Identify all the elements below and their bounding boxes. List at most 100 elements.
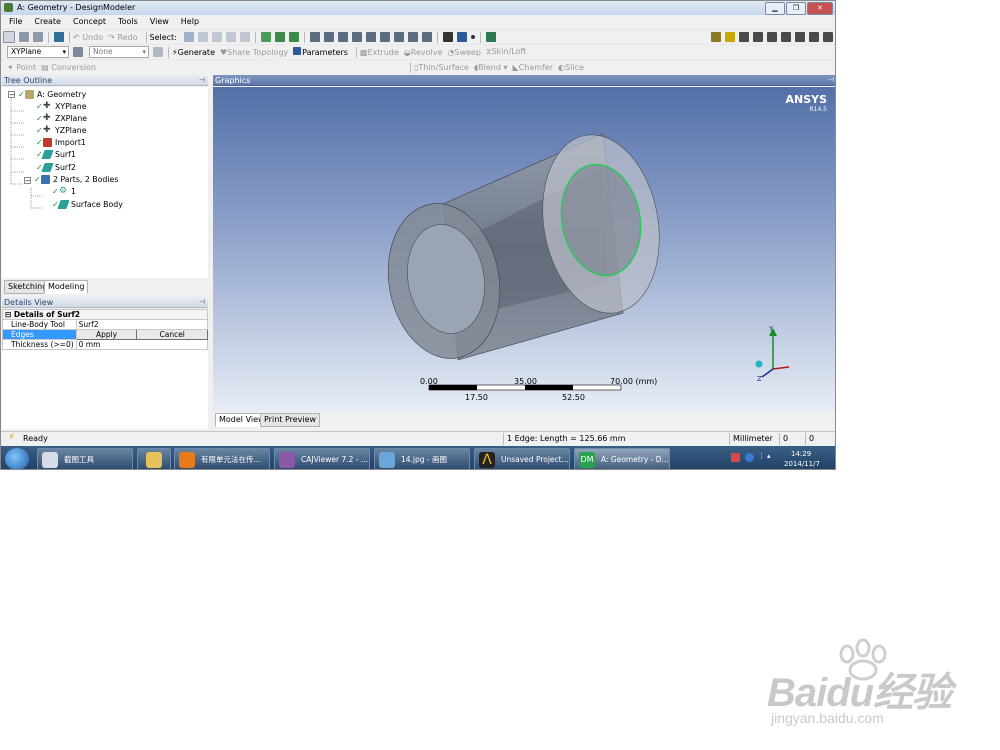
- zoom-fit-icon[interactable]: [288, 32, 299, 42]
- taskbar-item-designmodeler[interactable]: DM A: Geometry - D...: [574, 448, 670, 469]
- zoom-box-icon[interactable]: [351, 32, 362, 42]
- menu-help[interactable]: Help: [173, 15, 203, 29]
- tree-item-import1[interactable]: ✓ Import1: [36, 137, 86, 148]
- open-icon[interactable]: [19, 32, 29, 42]
- tree-item-surf2[interactable]: ✓ Surf2: [36, 162, 76, 173]
- taskbar-item-cajviewer[interactable]: CAJViewer 7.2 - ...: [274, 448, 370, 469]
- tree-item-part-1[interactable]: ✓ ⚙ 1: [52, 186, 76, 197]
- display-body-icon[interactable]: [456, 32, 467, 42]
- details-value[interactable]: Surf2: [75, 319, 209, 330]
- minimize-button[interactable]: ▁: [765, 2, 785, 15]
- taskbar-item-snipping[interactable]: 截图工具: [37, 448, 133, 469]
- point-button[interactable]: ✦ Point: [7, 63, 36, 72]
- taskbar-item-explorer[interactable]: [137, 448, 171, 469]
- select-mode-icon[interactable]: [183, 32, 194, 42]
- pan-icon[interactable]: [323, 32, 334, 42]
- slice-button[interactable]: ◐Slice: [558, 63, 584, 72]
- edge-tool-icon[interactable]: [767, 32, 777, 42]
- collapse-toggle[interactable]: −: [8, 91, 15, 99]
- look-at-icon[interactable]: [393, 32, 404, 42]
- status-units[interactable]: Millimeter: [729, 433, 779, 445]
- tree-item-zxplane[interactable]: ✓ ✚ ZXPlane: [36, 113, 87, 124]
- edge-tool-icon[interactable]: [781, 32, 791, 42]
- collapse-toggle[interactable]: −: [24, 177, 31, 185]
- edge-tool-icon[interactable]: [739, 32, 749, 42]
- plane-dropdown[interactable]: XYPlane: [7, 46, 69, 58]
- input-method-icon[interactable]: [731, 453, 740, 462]
- select-filter-icon[interactable]: [197, 32, 208, 42]
- menu-concept[interactable]: Concept: [65, 15, 110, 29]
- parameters-button[interactable]: Parameters: [293, 47, 348, 57]
- edge-tool-icon[interactable]: [795, 32, 805, 42]
- edge-tool-icon[interactable]: [823, 32, 833, 42]
- tab-print-preview[interactable]: Print Preview: [260, 413, 321, 427]
- display-point-icon[interactable]: [470, 35, 475, 39]
- fit-icon[interactable]: [407, 32, 418, 42]
- redo-button[interactable]: ↷ Redo: [108, 33, 137, 42]
- new-plane-icon[interactable]: [73, 47, 83, 57]
- selection-color-icon[interactable]: [711, 32, 721, 42]
- select-filter-icon[interactable]: [239, 32, 250, 42]
- close-button[interactable]: ✕: [807, 2, 833, 15]
- new-sketch-icon[interactable]: [153, 47, 163, 57]
- apply-button[interactable]: Apply: [75, 329, 138, 340]
- undo-button[interactable]: ↶ Undo: [73, 33, 103, 42]
- clock-time[interactable]: 14:29: [791, 450, 811, 458]
- edge-tool-icon[interactable]: [809, 32, 819, 42]
- generate-button[interactable]: ⚡Generate: [172, 48, 215, 57]
- tree-root[interactable]: ✓ A: Geometry: [18, 89, 86, 100]
- share-topology-button[interactable]: ♥Share Topology: [220, 48, 288, 57]
- sweep-button[interactable]: ◔Sweep: [447, 48, 481, 57]
- tray-arrow-icon[interactable]: ▴: [767, 452, 771, 460]
- start-button[interactable]: [5, 448, 29, 469]
- menu-view[interactable]: View: [142, 15, 173, 29]
- zoom-fit-icon[interactable]: [274, 32, 285, 42]
- pin-icon[interactable]: ⊣: [828, 75, 834, 86]
- help-icon[interactable]: [745, 453, 754, 462]
- skin-loft-button[interactable]: ⧖Skin/Loft: [486, 47, 526, 57]
- camera-icon[interactable]: [54, 32, 64, 42]
- cancel-button[interactable]: Cancel: [136, 329, 208, 340]
- display-vertex-icon[interactable]: [442, 32, 453, 42]
- tab-modeling[interactable]: Modeling: [44, 280, 89, 294]
- menu-create[interactable]: Create: [26, 15, 65, 29]
- menu-tools[interactable]: Tools: [110, 15, 142, 29]
- cylinder-model[interactable]: [376, 125, 672, 367]
- network-icon[interactable]: ⋮: [758, 452, 765, 460]
- select-filter-icon[interactable]: [225, 32, 236, 42]
- model-canvas[interactable]: 0.00 35.00 70.00 (mm) 17.50 52.50 Y Z: [213, 87, 836, 412]
- pin-icon[interactable]: ⊣: [199, 75, 205, 86]
- blend-button[interactable]: ◖Blend ▾: [474, 63, 508, 72]
- details-value[interactable]: 0 mm: [75, 339, 209, 350]
- restore-button[interactable]: ❐: [786, 2, 806, 15]
- save-icon[interactable]: [33, 32, 43, 42]
- zoom-in-icon[interactable]: [365, 32, 376, 42]
- select-filter-icon[interactable]: [211, 32, 222, 42]
- selection-filter-icon[interactable]: [725, 32, 735, 42]
- menu-file[interactable]: File: [1, 15, 26, 29]
- conversion-button[interactable]: ▤ Conversion: [41, 63, 96, 72]
- tree-item-surface-body[interactable]: ✓ Surface Body: [52, 199, 123, 210]
- rotate-icon[interactable]: [309, 32, 320, 42]
- pin-icon[interactable]: ⊣: [199, 297, 205, 308]
- taskbar-item-browser[interactable]: 有限单元法在传...: [174, 448, 270, 469]
- graphics-viewport[interactable]: ANSYS R14.5 0.00 35.00 70.00 (mm) 17.50 …: [213, 87, 836, 412]
- named-selection-icon[interactable]: [485, 32, 496, 42]
- taskbar-item-workbench[interactable]: Λ Unsaved Project...: [474, 448, 570, 469]
- details-label-edges[interactable]: Edges: [2, 329, 77, 340]
- edge-tool-icon[interactable]: [753, 32, 763, 42]
- isometric-ball-icon[interactable]: [755, 360, 763, 368]
- taskbar-item-paint[interactable]: 14.jpg - 画图: [374, 448, 470, 469]
- chamfer-button[interactable]: ◣Chamfer: [512, 63, 553, 72]
- tree-item-parts[interactable]: ✓ 2 Parts, 2 Bodies: [34, 174, 118, 185]
- tree-item-surf1[interactable]: ✓ Surf1: [36, 149, 76, 160]
- zoom-icon[interactable]: [337, 32, 348, 42]
- sketch-dropdown[interactable]: None: [89, 46, 149, 58]
- axis-triad[interactable]: Y Z: [755, 325, 790, 383]
- extend-icon[interactable]: [260, 32, 271, 42]
- revolve-button[interactable]: ◒Revolve: [404, 48, 443, 57]
- tree-item-xyplane[interactable]: ✓ ✚ XYPlane: [36, 101, 87, 112]
- clock-date[interactable]: 2014/11/7: [784, 460, 820, 468]
- extrude-button[interactable]: ▩Extrude: [360, 48, 399, 57]
- zoom-out-icon[interactable]: [379, 32, 390, 42]
